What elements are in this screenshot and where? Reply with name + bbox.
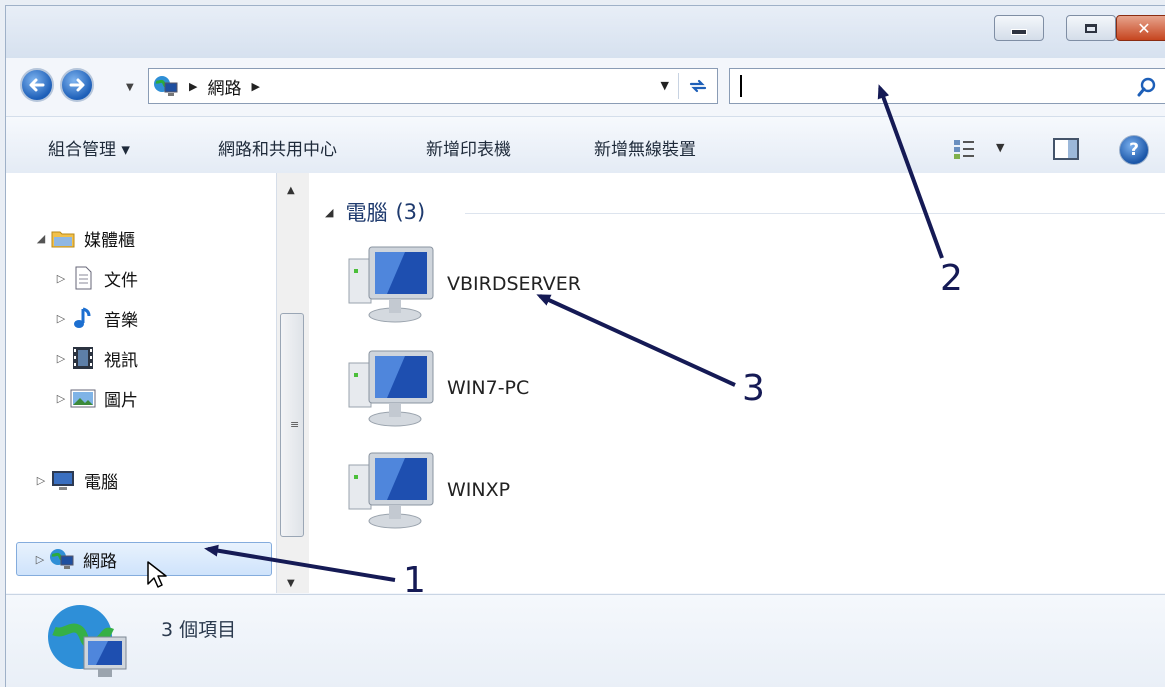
group-title: 電腦 [345,201,388,225]
computer-name: VBIRDSERVER [447,273,581,295]
close-button[interactable]: ✕ [1116,15,1165,41]
organize-menu[interactable]: 組合管理 ▾ [48,135,130,160]
refresh-icon[interactable] [687,75,709,97]
computer-item[interactable]: VBIRDSERVER [345,243,581,325]
group-count: (3) [395,200,426,224]
tree-item-label: 網路 [83,551,117,572]
search-input[interactable] [729,68,1165,104]
back-button[interactable] [20,68,54,102]
expand-icon[interactable]: ▷ [54,352,68,365]
network-sharing-center-button[interactable]: 網路和共用中心 [218,135,337,160]
tree-item-music[interactable]: ▷ 音樂 [54,301,138,335]
computer-icon [52,471,74,490]
scroll-up-icon[interactable]: ▲ [287,185,295,196]
back-arrow-icon [29,78,45,92]
forward-button[interactable] [60,68,94,102]
tree-item-label: 媒體櫃 [84,230,135,251]
tree-item-pictures[interactable]: ▷ 圖片 [54,381,138,415]
computer-icon [348,452,434,529]
collapse-group-icon[interactable]: ◢ [325,206,333,219]
libraries-icon [51,231,75,248]
help-icon[interactable]: ? [1119,135,1149,165]
grip-icon: ≡ [290,418,300,431]
breadcrumb-network[interactable]: 網路 [207,74,241,99]
tree-item-label: 視訊 [104,350,138,371]
expand-icon[interactable]: ▷ [54,392,68,405]
computer-name: WIN7-PC [447,377,530,399]
content-pane: ◢ 電腦 (3) VBIRDSERVER WIN7-PC WINXP [309,173,1165,593]
minimize-icon [1011,29,1027,35]
collapse-icon[interactable]: ◢ [34,232,48,245]
computer-icon [348,350,434,427]
item-count: 3 個項目 [161,619,237,641]
picture-icon [70,389,96,408]
add-printer-button[interactable]: 新增印表機 [426,135,511,160]
title-bar: ✕ [6,6,1165,58]
maximize-icon [1085,23,1097,33]
tree-item-computer[interactable]: ▷ 電腦 [34,463,118,497]
breadcrumb-separator-icon[interactable]: ▶ [251,80,259,93]
view-options-dropdown-icon[interactable]: ▼ [996,141,1004,154]
document-icon [75,266,92,290]
forward-arrow-icon [69,78,85,92]
tree-item-videos[interactable]: ▷ 視訊 [54,341,138,375]
film-icon [73,347,93,369]
search-icon[interactable] [1137,77,1157,97]
command-bar: 組合管理 ▾ 網路和共用中心 新增印表機 新增無線裝置 ▼ ? [6,116,1165,174]
annotation-label-2: 2 [940,258,963,299]
address-dropdown-icon[interactable]: ▼ [661,79,669,92]
computer-item[interactable]: WINXP [345,449,510,531]
maximize-button[interactable] [1066,15,1116,41]
tree-item-label: 電腦 [84,472,118,493]
tree-item-documents[interactable]: ▷ 文件 [54,261,138,295]
music-note-icon [74,307,91,328]
group-header[interactable]: ◢ 電腦 (3) [325,197,425,227]
computer-icon [348,246,434,323]
expand-icon[interactable]: ▷ [54,272,68,285]
add-wireless-device-button[interactable]: 新增無線裝置 [594,135,696,160]
breadcrumb-separator-icon: ▶ [189,79,198,93]
tree-item-libraries[interactable]: ◢ 媒體櫃 [34,221,135,255]
details-pane: 3 個項目 [6,594,1165,687]
recent-pages-dropdown-icon[interactable]: ▼ [126,82,134,93]
annotation-label-1: 1 [403,560,426,601]
scrollbar-thumb[interactable]: ≡ [280,313,304,537]
nav-pane-scrollbar[interactable]: ▲ ≡ ▼ [276,173,309,593]
text-caret [740,75,742,97]
mouse-cursor-icon [147,561,167,588]
tree-item-network[interactable]: ▷ 網路 [16,542,272,576]
network-icon [50,549,74,569]
navigation-row: ▼ ▶ 網路 ▶ ▼ [6,58,1165,114]
tree-item-label: 圖片 [104,390,138,411]
computer-name: WINXP [447,479,511,501]
tree-item-label: 音樂 [104,310,138,331]
expand-icon[interactable]: ▷ [54,312,68,325]
navigation-pane: ◢ 媒體櫃 ▷ 文件 ▷ 音樂 ▷ 視訊 ▷ 圖片 ▷ 電腦 ▷ 網路 [6,173,277,593]
network-icon [154,76,178,96]
explorer-window: ✕ ▼ ▶ 網路 ▶ ▼ 組合管理 ▾ 網路和共用中心 新增印表機 新增無線裝置… [5,5,1165,687]
scroll-down-icon[interactable]: ▼ [287,578,295,589]
annotation-label-3: 3 [742,368,765,409]
change-view-icon[interactable] [952,137,976,161]
tree-item-label: 文件 [104,270,138,291]
expand-icon[interactable]: ▷ [33,553,47,566]
divider [678,73,679,99]
preview-pane-icon[interactable] [1052,137,1080,161]
address-bar[interactable]: ▶ 網路 ▶ ▼ [148,68,718,104]
minimize-button[interactable] [994,15,1044,41]
close-icon: ✕ [1137,18,1151,38]
divider [465,213,1165,214]
expand-icon[interactable]: ▷ [34,474,48,487]
network-globe-icon [48,605,127,677]
computer-item[interactable]: WIN7-PC [345,347,529,429]
